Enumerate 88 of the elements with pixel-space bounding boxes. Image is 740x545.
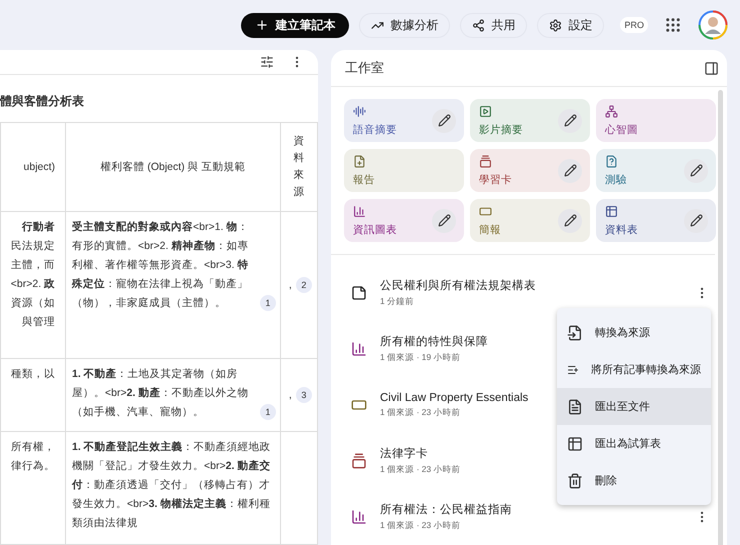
tile-label: 報告 [353, 172, 375, 186]
table-cell-text: 與管理 [21, 315, 56, 330]
pro-badge: PRO [620, 17, 648, 33]
edit-button[interactable] [684, 208, 708, 232]
tile-label: 語音摘要 [353, 122, 397, 136]
table-cell-text: 受主體支配的對象或內容<br>1. 物：有形的實體。<br>2. 精神產物：如專利權、著作權等無形資產。<br>3. 特殊定位：寵物在法律上視為「動產」（物），非家庭成員（主體）。 [72, 220, 250, 311]
table-header: 權利客體 (Object) 與 互動規範 [66, 122, 280, 212]
table-cell-text: 所有權， [10, 440, 56, 455]
menu-item[interactable]: 將所有記事轉換為來源 [557, 351, 711, 388]
table-title: 體與客體分析表 [0, 93, 85, 110]
edit-button[interactable] [558, 108, 582, 132]
tile-label: 簡報 [479, 222, 501, 236]
table-cell-text: 資源（如 [10, 296, 56, 311]
studio-tile[interactable]: 資料表 [596, 199, 716, 242]
create-notebook-button[interactable]: 建立筆記本 [241, 12, 350, 38]
share-button[interactable]: 共用 [460, 12, 528, 38]
menu-item[interactable]: 刪除 [557, 462, 711, 499]
tile-label: 心智圖 [605, 122, 638, 136]
citation-badge[interactable]: 1 [260, 295, 276, 311]
pencil-icon [690, 214, 702, 227]
table-cell-text: 民法規定 [10, 239, 56, 254]
note-icon [351, 285, 367, 301]
table-cell-text: 律行為。 [10, 459, 56, 474]
edit-button[interactable] [684, 158, 708, 182]
studio-tile[interactable]: 測驗 [596, 149, 716, 192]
cards-icon [351, 453, 367, 469]
scrollbar[interactable] [718, 90, 723, 545]
settings-button[interactable]: 設定 [537, 12, 604, 38]
menu-item[interactable]: 轉換為來源 [557, 314, 711, 351]
edit-button[interactable] [432, 108, 456, 132]
note-meta: 1 分鐘前 [380, 296, 416, 308]
studio-tile[interactable]: 心智圖 [596, 99, 716, 142]
settings-icon [549, 18, 562, 32]
pencil-icon [564, 164, 576, 177]
note-meta: 1 個來源 · 19 小時前 [380, 352, 462, 364]
table-header: ubject) [0, 122, 66, 212]
note-title[interactable]: 所有權法：公民權益指南 [380, 502, 682, 517]
citation-badge[interactable]: 1 [260, 404, 276, 420]
pencil-icon [564, 114, 576, 127]
tile-label: 測驗 [605, 172, 627, 186]
studio-tile[interactable]: 資訊圖表 [344, 199, 464, 242]
analytics-button[interactable]: 數據分析 [359, 12, 450, 38]
table-header: 資料來源 [280, 122, 318, 212]
table-cell-text: 行動者 [20, 220, 56, 235]
tune-icon[interactable] [260, 55, 274, 69]
pencil-icon [690, 164, 702, 177]
table-cell-text: 1. 不動產：土地及其定著物（如房屋）。<br>2. 動產：不動產以外之物（如手機、汽車、寵物）。 [72, 367, 250, 420]
citation-badge[interactable]: 3 [296, 386, 312, 403]
note-meta: 1 個來源 · 23 小時前 [380, 406, 462, 418]
table-cell-text: <br>2. 政 [10, 277, 56, 292]
plus-icon [255, 18, 270, 32]
note-title[interactable]: 公民權利與所有權法規架構表 [380, 278, 682, 293]
citation-badge[interactable]: 2 [296, 276, 312, 293]
separator: , [288, 278, 292, 290]
studio-tile[interactable]: 簡報 [470, 199, 590, 242]
note-meta: 1 個來源 · 23 小時前 [380, 520, 462, 532]
studio-tile[interactable]: 語音摘要 [344, 99, 464, 142]
panel-title: 工作室 [345, 59, 384, 77]
menu-item[interactable]: 匯出至文件 [557, 388, 711, 425]
apps-button[interactable] [664, 16, 682, 34]
bar-chart-icon [351, 509, 367, 525]
avatar[interactable] [698, 10, 728, 40]
edit-button[interactable] [432, 208, 456, 232]
note-meta: 1 個來源 · 23 小時前 [380, 464, 462, 476]
studio-tile[interactable]: 學習卡 [470, 149, 590, 192]
trash-icon [567, 472, 583, 488]
table-cell-text: 主體，而 [10, 258, 56, 273]
menu-item[interactable]: 匯出為試算表 [557, 425, 711, 462]
pencil-icon [438, 214, 450, 227]
pencil-icon [438, 114, 450, 127]
studio-tile[interactable]: 報告 [344, 149, 464, 192]
edit-button[interactable] [558, 158, 582, 182]
table-cell-text: 1. 不動產登記生效主義：不動產須經地政機關「登記」才發生效力。<br>2. 動產交付：動產須透過「交付」（移轉占有）才發生效力。<br>3. 物權法定主義：權利種類須由法律規 [72, 440, 272, 531]
separator: , [288, 388, 292, 400]
panel-toggle-icon[interactable] [704, 60, 719, 76]
tile-label: 資訊圖表 [353, 222, 397, 236]
studio-tile[interactable]: 影片摘要 [470, 99, 590, 142]
table-cell-text: 種類，以 [10, 367, 56, 382]
share-icon [472, 18, 486, 32]
tile-label: 學習卡 [479, 172, 512, 186]
tile-label: 資料表 [605, 222, 638, 236]
edit-button[interactable] [558, 208, 582, 232]
pencil-icon [564, 214, 576, 227]
table-icon [567, 436, 583, 452]
bar-chart-icon [351, 341, 367, 357]
convert-icon [567, 324, 583, 340]
tile-label: 影片摘要 [479, 122, 523, 136]
document-icon [567, 398, 583, 414]
